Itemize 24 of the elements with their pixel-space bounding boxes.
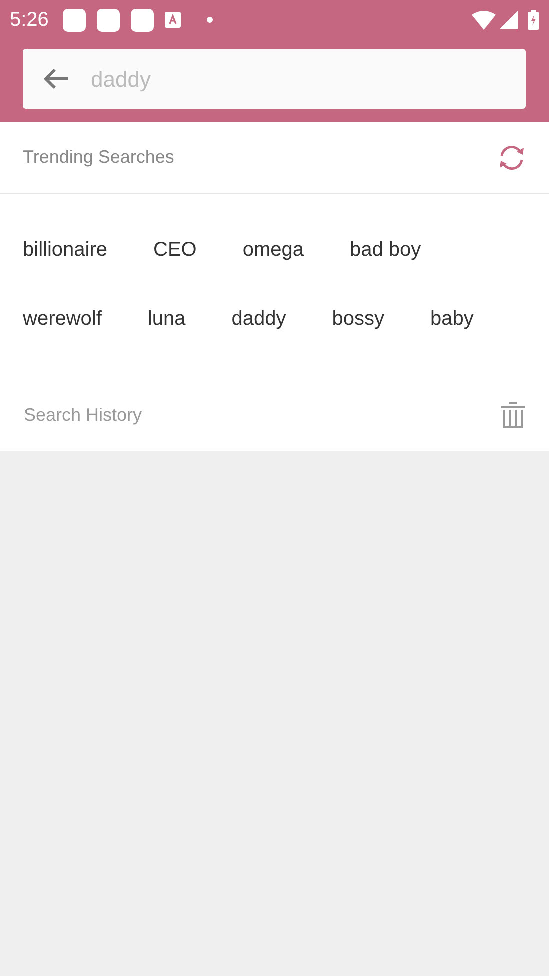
section-title: Trending Searches bbox=[23, 146, 174, 169]
notification-icon bbox=[130, 8, 154, 32]
trending-tag[interactable]: bad boy bbox=[350, 239, 422, 262]
trending-tag[interactable]: bossy bbox=[332, 308, 384, 331]
keyboard-icon bbox=[164, 12, 181, 28]
search-field[interactable]: daddy bbox=[91, 62, 506, 96]
trending-tag[interactable]: daddy bbox=[232, 308, 286, 331]
battery-icon bbox=[528, 10, 539, 30]
notification-icon bbox=[62, 8, 86, 32]
signal-icon bbox=[500, 11, 518, 29]
section-title: Search History bbox=[24, 404, 142, 427]
notification-icon bbox=[96, 8, 120, 32]
search-bar[interactable]: daddy bbox=[23, 49, 526, 109]
trending-tag[interactable]: baby bbox=[430, 308, 474, 331]
trending-tag[interactable]: omega bbox=[242, 239, 304, 262]
status-time: 5:26 bbox=[10, 8, 49, 33]
trash-icon[interactable] bbox=[501, 402, 525, 428]
trending-tag[interactable]: luna bbox=[148, 308, 186, 331]
refresh-icon[interactable] bbox=[498, 144, 526, 172]
trending-tag[interactable]: CEO bbox=[154, 239, 197, 262]
trending-tag[interactable]: werewolf bbox=[23, 308, 102, 331]
back-arrow-icon[interactable] bbox=[43, 68, 69, 90]
wifi-icon bbox=[472, 10, 496, 30]
trending-tag[interactable]: billionaire bbox=[23, 239, 108, 262]
